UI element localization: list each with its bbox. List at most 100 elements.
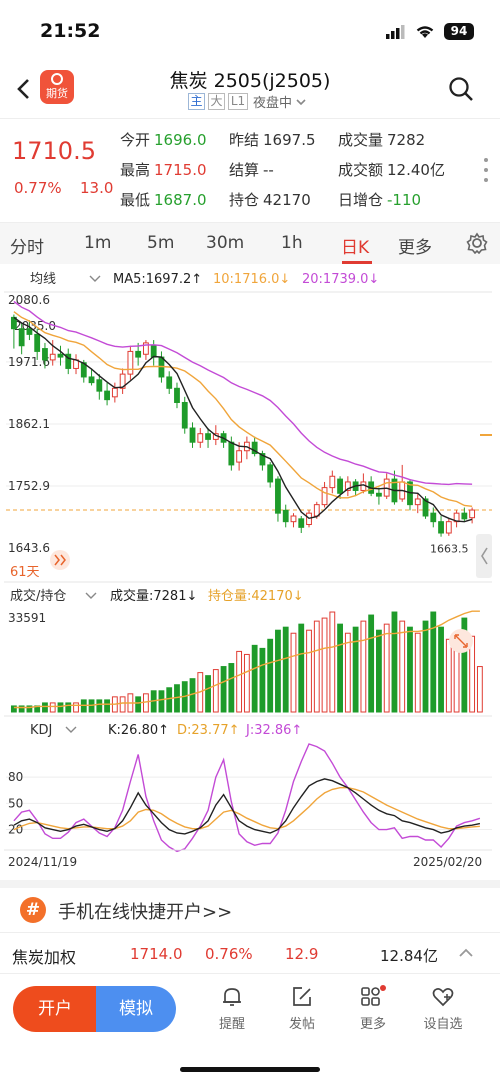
volume-bar [65,702,72,713]
days-label: 61天 [10,565,40,580]
candle-body [88,376,95,384]
period-tabs: 分时 1m 5m 30m 1h 日K 更多 [0,222,500,264]
volume-bar [337,623,343,713]
candle-body [236,450,243,463]
settings-gear-icon[interactable] [466,232,488,254]
tab-item[interactable]: 1h [281,233,303,253]
volume-bar [158,690,165,713]
volume-bar [96,699,103,713]
kline-chart[interactable]: 均线 MA5:1697.2↑ 10:1716.0↓ 20:1739.0↓ 2080.6 2… [0,264,500,876]
open-interest-text: 持仓量:42170↓ [208,589,304,604]
quote-panel: 1710.5 0.77% 13.0 今开 1696.0 昨结 1697.5 成交量 728… [0,118,500,218]
quote-field: 成交量 7282 [338,129,425,150]
volume-bar [275,629,281,713]
candle-body [135,350,142,358]
quote-field: 日增仓 -110 [338,189,421,210]
tab-item[interactable]: 分时 [10,233,44,258]
tab-item[interactable]: 1m [84,233,111,253]
quote-label: 日增仓 [338,191,384,209]
tab-item[interactable]: 更多 [398,233,432,258]
chevron-up-icon[interactable] [458,947,474,959]
volume-bar [476,666,483,713]
quote-label: 昨结 [229,131,260,149]
expand-days-icon [50,550,70,570]
home-indicator [180,1067,320,1072]
volume-bar [438,626,444,713]
chevron-down-icon[interactable] [295,97,307,107]
open-account-text[interactable]: 手机在线快捷开户>> [58,898,232,924]
wifi-icon [416,26,434,38]
page-title: 焦炭 2505(j2505) [169,70,331,92]
nav-more[interactable]: 更多 [348,985,398,1032]
volume-bar [352,626,359,713]
weighted-ticker[interactable]: 焦炭加权 1714.0 0.76% 12.9 12.84亿 [0,932,500,974]
quote-value: 1687.0 [154,191,207,209]
tab-item[interactable]: 5m [147,233,174,253]
volume-bar [445,638,452,713]
ticker-change: 12.9 [285,945,319,963]
candle-body [228,441,235,466]
quote-field: 最低 1687.0 [120,189,207,210]
date-start-label: 2024/11/19 [8,855,77,869]
j-line [13,743,481,853]
nav-post[interactable]: 发帖 [277,985,327,1032]
quote-value: 7282 [387,131,426,149]
more-vertical-icon[interactable] [482,157,490,183]
candle-body [42,348,48,361]
status-bar: 21:52 94 [0,0,500,58]
volume-bar [243,653,250,713]
volume-bar [360,620,367,713]
volume-bar [251,644,258,713]
k-line [13,778,481,835]
axis-label: 1862.1 [8,417,50,431]
nav-add-watch-label: 设自选 [423,1017,463,1032]
search-icon[interactable] [448,76,474,102]
volume-bar [344,632,351,713]
open-account-banner[interactable]: # 手机在线快捷开户>> [0,880,500,924]
quote-field: 结算 -- [229,159,274,180]
nav-add-watch[interactable]: 设自选 [418,985,468,1032]
ma5-text: MA5:1697.2↑ [113,272,202,287]
volume-bar [119,696,126,713]
side-panel-handle [476,534,492,578]
candle-body [18,328,25,347]
status-time: 21:52 [40,20,101,42]
volume-bar [321,617,328,713]
candle-body [174,387,180,403]
volume-bar [399,620,406,713]
k-value-text: K:26.80↑ [108,723,169,738]
volume-bar [104,699,110,713]
kdj-axis-label: 50 [8,796,23,810]
simulate-button[interactable]: 模拟 [96,986,176,1032]
edit-icon [293,987,311,1006]
session-status[interactable]: 夜盘中 [253,92,292,111]
volume-bar [329,611,336,713]
volume-bar [282,626,289,713]
candle-body [96,379,103,392]
ma20-text: 20:1739.0↓ [302,272,379,287]
open-account-button[interactable]: 开户 [13,986,97,1032]
candle-body [461,512,468,520]
volume-bar [414,632,421,713]
candle-body [57,353,64,358]
quote-value: 1696.0 [154,131,207,149]
quote-label: 最低 [120,191,151,209]
date-end-label: 2025/02/20 [413,855,482,869]
candle-body [430,512,437,523]
tab-item[interactable]: 日K [341,233,369,258]
candle-body [111,387,118,398]
tab-item[interactable]: 30m [206,233,244,253]
nav-remind[interactable]: 提醒 [207,985,257,1032]
volume-axis-label: 33591 [8,611,46,625]
tag-big: 大 [208,93,225,110]
quote-label: 今开 [120,131,151,149]
chevron-down-icon [85,592,97,599]
candle-body [469,509,476,519]
battery-indicator: 94 [444,23,474,40]
quote-field: 持仓 42170 [229,189,311,210]
quote-label: 成交量 [338,131,384,149]
axis-label: 2080.6 [8,293,50,307]
volume-bar [73,702,79,713]
quote-label: 持仓 [229,191,260,209]
quote-value: 12.40亿 [387,161,445,179]
